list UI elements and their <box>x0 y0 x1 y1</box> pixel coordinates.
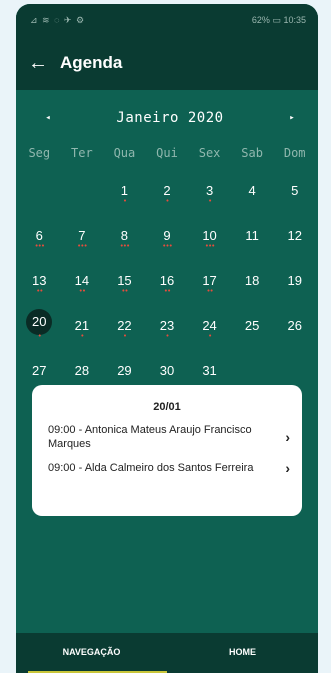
phone-screen: ⊿ ≋ ◌ ✈ ⚙ 62% ▭ 10:35 ← Agenda ◂ Janeiro… <box>16 4 318 673</box>
day-cell[interactable]: 10 ••• <box>188 213 231 258</box>
event-dots: •• <box>206 287 213 295</box>
status-right: 62% ▭ 10:35 <box>252 15 306 26</box>
day-events-card: 20/01 09:00 - Antonica Mateus Araujo Fra… <box>32 385 302 516</box>
weekday-label: Seg <box>28 146 51 160</box>
calendar: ◂ Janeiro 2020 ▸ Seg Ter Qua Qui Sex Sab Dom 1… <box>16 90 318 393</box>
day-cell[interactable]: 9 ••• <box>146 213 189 258</box>
day-number: 19 <box>287 273 302 288</box>
day-cell[interactable]: 23 • <box>146 303 189 348</box>
event-dots: ••• <box>119 242 131 250</box>
event-dots: •• <box>36 287 43 295</box>
weekday-label: Ter <box>71 146 93 160</box>
day-number: 4 <box>248 183 256 198</box>
month-navigator: ◂ Janeiro 2020 ▸ <box>16 90 318 146</box>
weekday-label: Qua <box>113 146 136 160</box>
day-cell[interactable]: 24 • <box>188 303 231 348</box>
day-cell[interactable]: 2 • <box>146 168 189 213</box>
day-cell[interactable]: 20 • <box>18 303 61 348</box>
appointment-list: 09:00 - Antonica Mateus Araujo Francisco… <box>32 423 302 475</box>
prev-month-icon[interactable]: ◂ <box>38 113 58 123</box>
day-cell[interactable]: 4 <box>231 168 274 213</box>
day-number: 27 <box>32 363 47 378</box>
event-dots: • <box>80 332 84 340</box>
weekday-header: Seg Ter Qua Qui Sex Sab Dom <box>16 146 318 168</box>
day-cell[interactable]: 8 ••• <box>103 213 146 258</box>
event-dots: ••• <box>204 242 216 250</box>
day-number: 31 <box>202 363 217 378</box>
appointment-text: 09:00 - Alda Calmeiro dos Santos Ferreir… <box>48 462 254 474</box>
event-dots: •• <box>78 287 86 295</box>
day-cell[interactable]: 19 <box>273 258 316 303</box>
weekday-label: Sab <box>241 146 263 160</box>
day-number: 28 <box>74 363 90 378</box>
tab-home[interactable]: HOME <box>167 633 318 673</box>
empty-cell <box>18 168 61 213</box>
day-cell[interactable]: 26 <box>273 303 316 348</box>
appointment-text: 09:00 - Antonica Mateus Araujo Francisco… <box>48 424 252 450</box>
day-number: 11 <box>245 228 259 243</box>
event-dots: • <box>165 332 169 340</box>
weekday-label: Dom <box>283 146 306 160</box>
day-number: 12 <box>287 228 302 243</box>
event-dots: • <box>37 332 42 340</box>
day-grid: 1 • 2 • 3 • 4 5 6 ••• 7 ••• 8 ••• 9 ••• 10 ••• 11 12 13 •• 14 •… <box>16 168 318 393</box>
event-dots: •• <box>163 287 171 295</box>
day-cell[interactable]: 22 • <box>103 303 146 348</box>
battery-icon: ▭ <box>272 14 284 25</box>
event-dots: • <box>207 197 212 205</box>
empty-cell <box>61 168 104 213</box>
appointment-item[interactable]: 09:00 - Alda Calmeiro dos Santos Ferreir… <box>32 461 302 475</box>
event-dots: •• <box>121 287 128 295</box>
day-cell[interactable]: 18 <box>231 258 274 303</box>
clock: 10:35 <box>283 14 306 25</box>
battery-percent: 62% <box>251 14 270 25</box>
day-number: 29 <box>117 363 132 378</box>
event-dots: • <box>207 332 212 340</box>
day-number: 30 <box>159 363 175 378</box>
weekday-label: Sex <box>198 146 221 160</box>
status-icons: ⊿ ≋ ◌ ✈ ⚙ <box>30 14 86 25</box>
day-cell[interactable]: 3 • <box>188 168 231 213</box>
app-bar: ← Agenda <box>16 36 318 90</box>
appointment-item[interactable]: 09:00 - Antonica Mateus Araujo Francisco… <box>32 423 302 451</box>
day-cell[interactable]: 13 •• <box>18 258 61 303</box>
day-number: 25 <box>244 318 260 333</box>
day-cell[interactable]: 11 <box>231 213 274 258</box>
day-cell[interactable]: 15 •• <box>103 258 146 303</box>
event-dots: ••• <box>162 242 173 250</box>
event-dots: • <box>122 332 127 340</box>
event-dots: ••• <box>77 242 88 250</box>
tab-navegacao[interactable]: NAVEGAÇÃO <box>16 633 167 673</box>
month-label: Janeiro 2020 <box>116 110 224 126</box>
weekday-label: Qui <box>156 146 178 160</box>
arrow-left-icon[interactable]: ← <box>16 52 60 75</box>
page-title: Agenda <box>60 53 123 72</box>
chevron-right-icon: › <box>285 460 290 476</box>
card-date: 20/01 <box>153 401 181 413</box>
day-number: 26 <box>287 318 302 333</box>
day-cell[interactable]: 5 <box>273 168 316 213</box>
day-cell[interactable]: 25 <box>231 303 274 348</box>
day-cell[interactable]: 17 •• <box>188 258 231 303</box>
day-number: 18 <box>244 273 260 288</box>
status-bar: ⊿ ≋ ◌ ✈ ⚙ 62% ▭ 10:35 <box>16 4 318 36</box>
day-cell[interactable]: 12 <box>273 213 316 258</box>
chevron-right-icon: › <box>285 429 290 445</box>
day-cell[interactable]: 21 • <box>61 303 104 348</box>
day-cell[interactable]: 16 •• <box>146 258 189 303</box>
day-number: 5 <box>291 183 299 198</box>
event-dots: • <box>165 197 169 205</box>
bottom-navigation: NAVEGAÇÃO HOME <box>16 633 318 673</box>
event-dots: • <box>122 197 127 205</box>
day-cell[interactable]: 14 •• <box>61 258 104 303</box>
event-dots: ••• <box>34 242 45 250</box>
day-cell[interactable]: 1 • <box>103 168 146 213</box>
day-cell[interactable]: 6 ••• <box>18 213 61 258</box>
day-cell[interactable]: 7 ••• <box>61 213 104 258</box>
next-month-icon[interactable]: ▸ <box>282 113 302 123</box>
